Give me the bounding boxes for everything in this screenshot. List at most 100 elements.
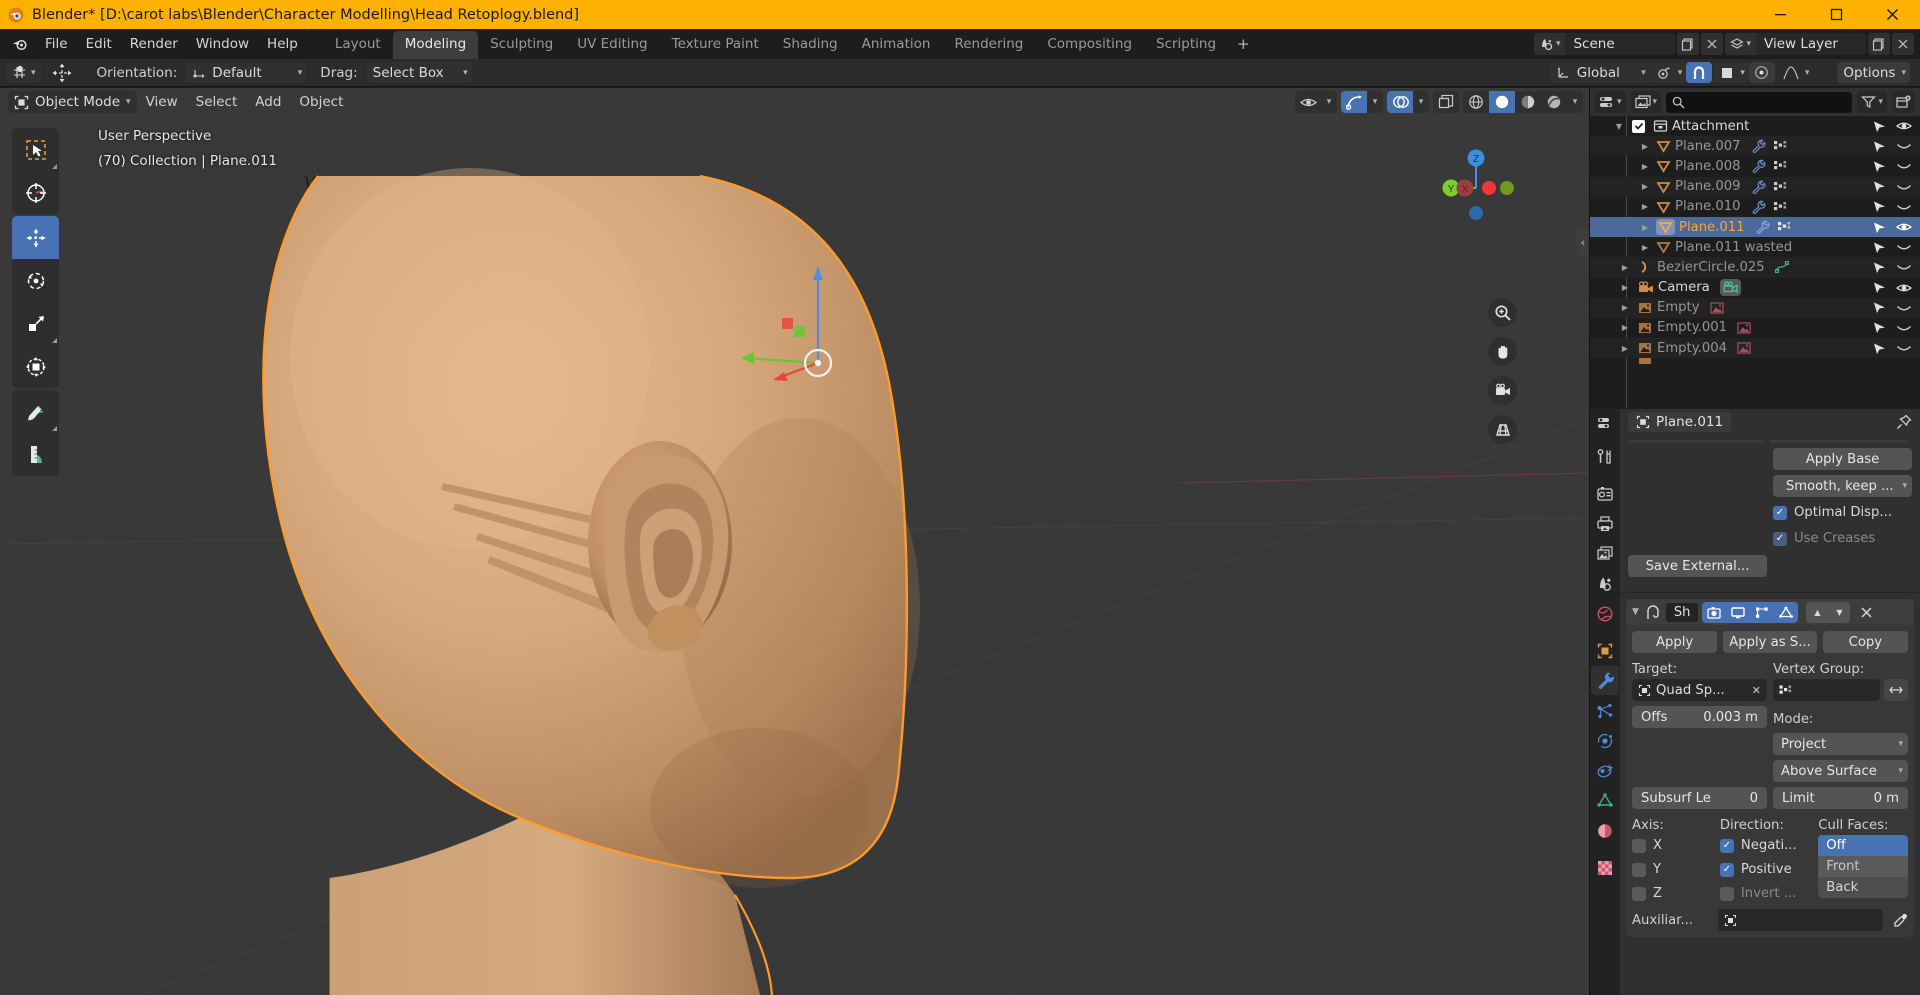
curve-data-icon[interactable] (1774, 260, 1790, 274)
outliner-search-field[interactable] (1666, 91, 1853, 113)
chevron-down-icon[interactable]: ▾ (1321, 91, 1337, 113)
outliner-row-empty-001[interactable]: ▶ Empty.001 (1590, 318, 1920, 338)
menu-edit[interactable]: Edit (77, 32, 121, 56)
snap-settings-dropdown[interactable]: ▾ (1714, 62, 1749, 83)
outliner-row-plane-008[interactable]: ▶ Plane.008 (1590, 156, 1920, 176)
axis-z-checkbox[interactable] (1632, 886, 1646, 901)
expand-triangle-icon[interactable]: ▶ (1618, 303, 1632, 312)
hide-in-viewport-icon[interactable] (1896, 322, 1912, 334)
restrict-select-icon[interactable] (1872, 160, 1887, 173)
minimize-button[interactable] (1752, 0, 1808, 29)
axis-z-row[interactable]: Z (1632, 883, 1714, 904)
limit-field[interactable]: Limit 0 m (1773, 787, 1908, 809)
wireframe-shading-icon[interactable] (1463, 91, 1489, 113)
direction-invert-checkbox[interactable] (1719, 886, 1734, 901)
outliner-editor-type-button[interactable]: ▾ (1595, 91, 1626, 113)
3d-viewport[interactable]: Object Mode ▾ View Select Add Object ▾ ▾… (0, 88, 1589, 995)
toggle-xray-icon[interactable] (1433, 91, 1459, 113)
cull-faces-option-off[interactable]: Off (1818, 835, 1909, 856)
material-preview-shading-icon[interactable] (1515, 91, 1541, 113)
tool-rotate[interactable] (12, 259, 59, 302)
axis-x-row[interactable]: X (1632, 835, 1714, 856)
workspace-tab-shading[interactable]: Shading (771, 31, 850, 59)
axis-y-row[interactable]: Y (1632, 859, 1714, 880)
workspace-tab-modeling[interactable]: Modeling (392, 31, 479, 59)
outliner-filter-button[interactable]: ▾ (1857, 91, 1887, 113)
shading-mode-group[interactable]: ▾ (1463, 91, 1583, 113)
use-creases-checkbox[interactable]: ✓ (1773, 531, 1787, 546)
show-in-edit-mode-icon[interactable] (1750, 601, 1775, 623)
tab-output-properties[interactable] (1591, 509, 1619, 538)
chevron-down-icon[interactable]: ▾ (1567, 91, 1583, 113)
tab-tool-properties[interactable] (1591, 442, 1619, 471)
active-tool-icon-button[interactable]: ▾ (6, 62, 41, 83)
hide-in-viewport-icon[interactable] (1896, 160, 1912, 172)
mesh-data-icon[interactable] (1773, 139, 1788, 153)
outliner-tree[interactable]: ▼ Attachment ▶ Plane.007 ▶ Plane.008 ▶ P… (1590, 116, 1920, 408)
restrict-select-icon[interactable] (1872, 342, 1887, 355)
transform-orientation-dropdown[interactable]: Global ▾ (1549, 62, 1650, 83)
workspace-tab-texture-paint[interactable]: Texture Paint (660, 31, 771, 59)
restrict-select-icon[interactable] (1872, 120, 1887, 133)
properties-editor-type-button[interactable] (1591, 411, 1619, 435)
expand-triangle-icon[interactable]: ▶ (1638, 243, 1652, 252)
tab-particle-properties[interactable] (1591, 696, 1619, 725)
move-down-icon[interactable]: ▼ (1828, 601, 1851, 623)
direction-positive-row[interactable]: ✓ Positive (1719, 859, 1812, 880)
outliner-row-plane-011[interactable]: ▶ Plane.011 (1590, 216, 1920, 238)
outliner-row-plane-011-wasted[interactable]: ▶ Plane.011 wasted (1590, 237, 1920, 257)
hide-in-viewport-icon[interactable] (1896, 302, 1912, 314)
hide-in-viewport-icon[interactable] (1896, 201, 1912, 213)
show-on-cage-icon[interactable] (1774, 601, 1799, 623)
optimal-display-checkbox[interactable]: ✓ (1773, 505, 1787, 520)
blender-logo-icon[interactable] (10, 34, 30, 54)
expand-triangle-icon[interactable]: ▶ (1638, 142, 1652, 151)
workspace-tab-sculpting[interactable]: Sculpting (478, 31, 565, 59)
optimal-display-checkbox-row[interactable]: ✓ Optimal Disp... (1773, 502, 1912, 523)
mesh-data-icon[interactable] (1773, 159, 1788, 173)
delete-modifier-icon[interactable] (1860, 606, 1873, 619)
snap-toggle-button[interactable] (1686, 62, 1713, 83)
new-scene-button[interactable] (1677, 33, 1700, 55)
restrict-select-icon[interactable] (1872, 180, 1887, 193)
tab-object-constraint-properties[interactable] (1591, 756, 1619, 785)
expand-triangle-icon[interactable]: ▶ (1618, 323, 1632, 332)
tool-measure[interactable] (12, 433, 59, 476)
outliner-row-plane-007[interactable]: ▶ Plane.007 (1590, 136, 1920, 157)
expand-triangle-icon[interactable]: ▼ (1612, 122, 1626, 131)
outliner-row-empty-004[interactable]: ▶ Empty.004 (1590, 338, 1920, 359)
tab-view-layer-properties[interactable] (1591, 539, 1619, 568)
apply-modifier-button[interactable]: Apply (1632, 631, 1718, 653)
orientation-dropdown[interactable]: Default ▾ (186, 62, 307, 83)
tool-cursor[interactable] (12, 171, 59, 214)
outliner-row-empty[interactable]: ▶ Empty (1590, 297, 1920, 318)
maximize-button[interactable] (1808, 0, 1864, 29)
hide-in-viewport-icon[interactable] (1896, 140, 1912, 152)
add-workspace-button[interactable]: + (1228, 31, 1259, 59)
tool-transform[interactable] (12, 345, 59, 388)
tab-physics-properties[interactable] (1591, 726, 1619, 755)
use-creases-checkbox-row[interactable]: ✓ Use Creases (1773, 528, 1912, 549)
snap-mode-dropdown[interactable]: Above Surface ▾ (1773, 760, 1908, 782)
outliner-row-plane-010[interactable]: ▶ Plane.010 (1590, 197, 1920, 217)
expand-triangle-icon[interactable]: ▶ (1638, 223, 1652, 232)
pin-id-icon[interactable] (1896, 414, 1912, 430)
zoom-view-button[interactable] (1488, 298, 1517, 327)
transform-tool-icon[interactable] (46, 62, 78, 83)
outliner-row-plane-009[interactable]: ▶ Plane.009 (1590, 176, 1920, 197)
uv-smooth-dropdown[interactable]: Smooth, keep ... ▾ (1773, 475, 1912, 497)
viewport-menu-add[interactable]: Add (246, 91, 290, 113)
breadcrumb-object-chip[interactable]: Plane.011 (1628, 412, 1732, 432)
apply-as-shapekey-button[interactable]: Apply as S... (1723, 631, 1817, 653)
mesh-data-icon[interactable] (1773, 180, 1788, 194)
options-dropdown[interactable]: Options ▾ (1837, 62, 1910, 83)
visibility-selectability-group[interactable]: ▾ (1295, 91, 1337, 113)
viewport-menu-select[interactable]: Select (187, 91, 247, 113)
tab-texture-properties[interactable] (1591, 853, 1619, 882)
restrict-select-icon[interactable] (1872, 261, 1887, 274)
view-layer-selector[interactable]: ▾ View Layer (1725, 33, 1866, 55)
restrict-select-icon[interactable] (1872, 321, 1887, 334)
viewport-menu-view[interactable]: View (137, 91, 187, 113)
tool-select-box[interactable] (12, 128, 59, 171)
tool-annotate[interactable] (12, 390, 59, 433)
